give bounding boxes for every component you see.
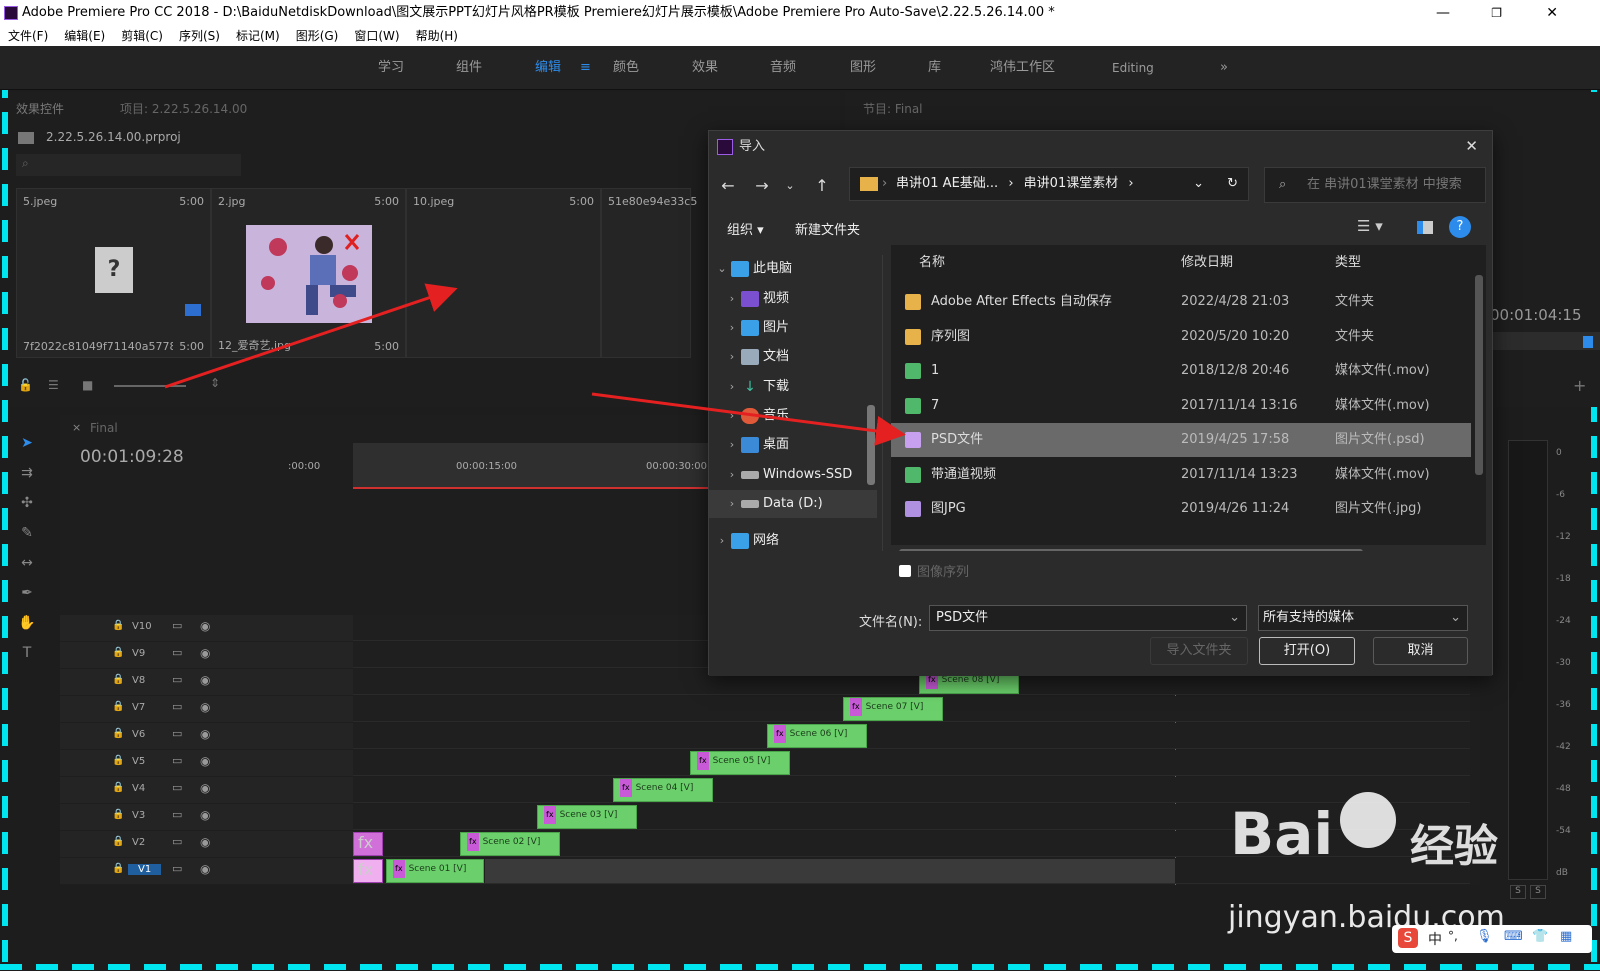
sogou-icon[interactable]: S [1398, 928, 1418, 948]
watermark-brand: Bai [1230, 800, 1334, 868]
watermark-brand2: 经验 [1410, 821, 1498, 872]
annotation-arrow [591, 392, 906, 446]
toolbox-icon[interactable]: ▦ [1560, 929, 1572, 944]
baidu-watermark-logo: Bai 经验 [1230, 792, 1530, 890]
keyboard-icon[interactable]: ⌨ [1504, 929, 1523, 944]
paw-icon [1340, 792, 1396, 848]
ime-mode[interactable]: 中 [1428, 929, 1442, 949]
ime-punct[interactable]: °, [1448, 929, 1458, 943]
microphone-icon[interactable]: 🎙 [1476, 929, 1493, 944]
annotation-arrow [164, 283, 458, 389]
ime-toolbar: S 中 °, 🎙 ⌨ 👕 ▦ [1392, 925, 1592, 953]
skin-icon[interactable]: 👕 [1532, 929, 1548, 944]
